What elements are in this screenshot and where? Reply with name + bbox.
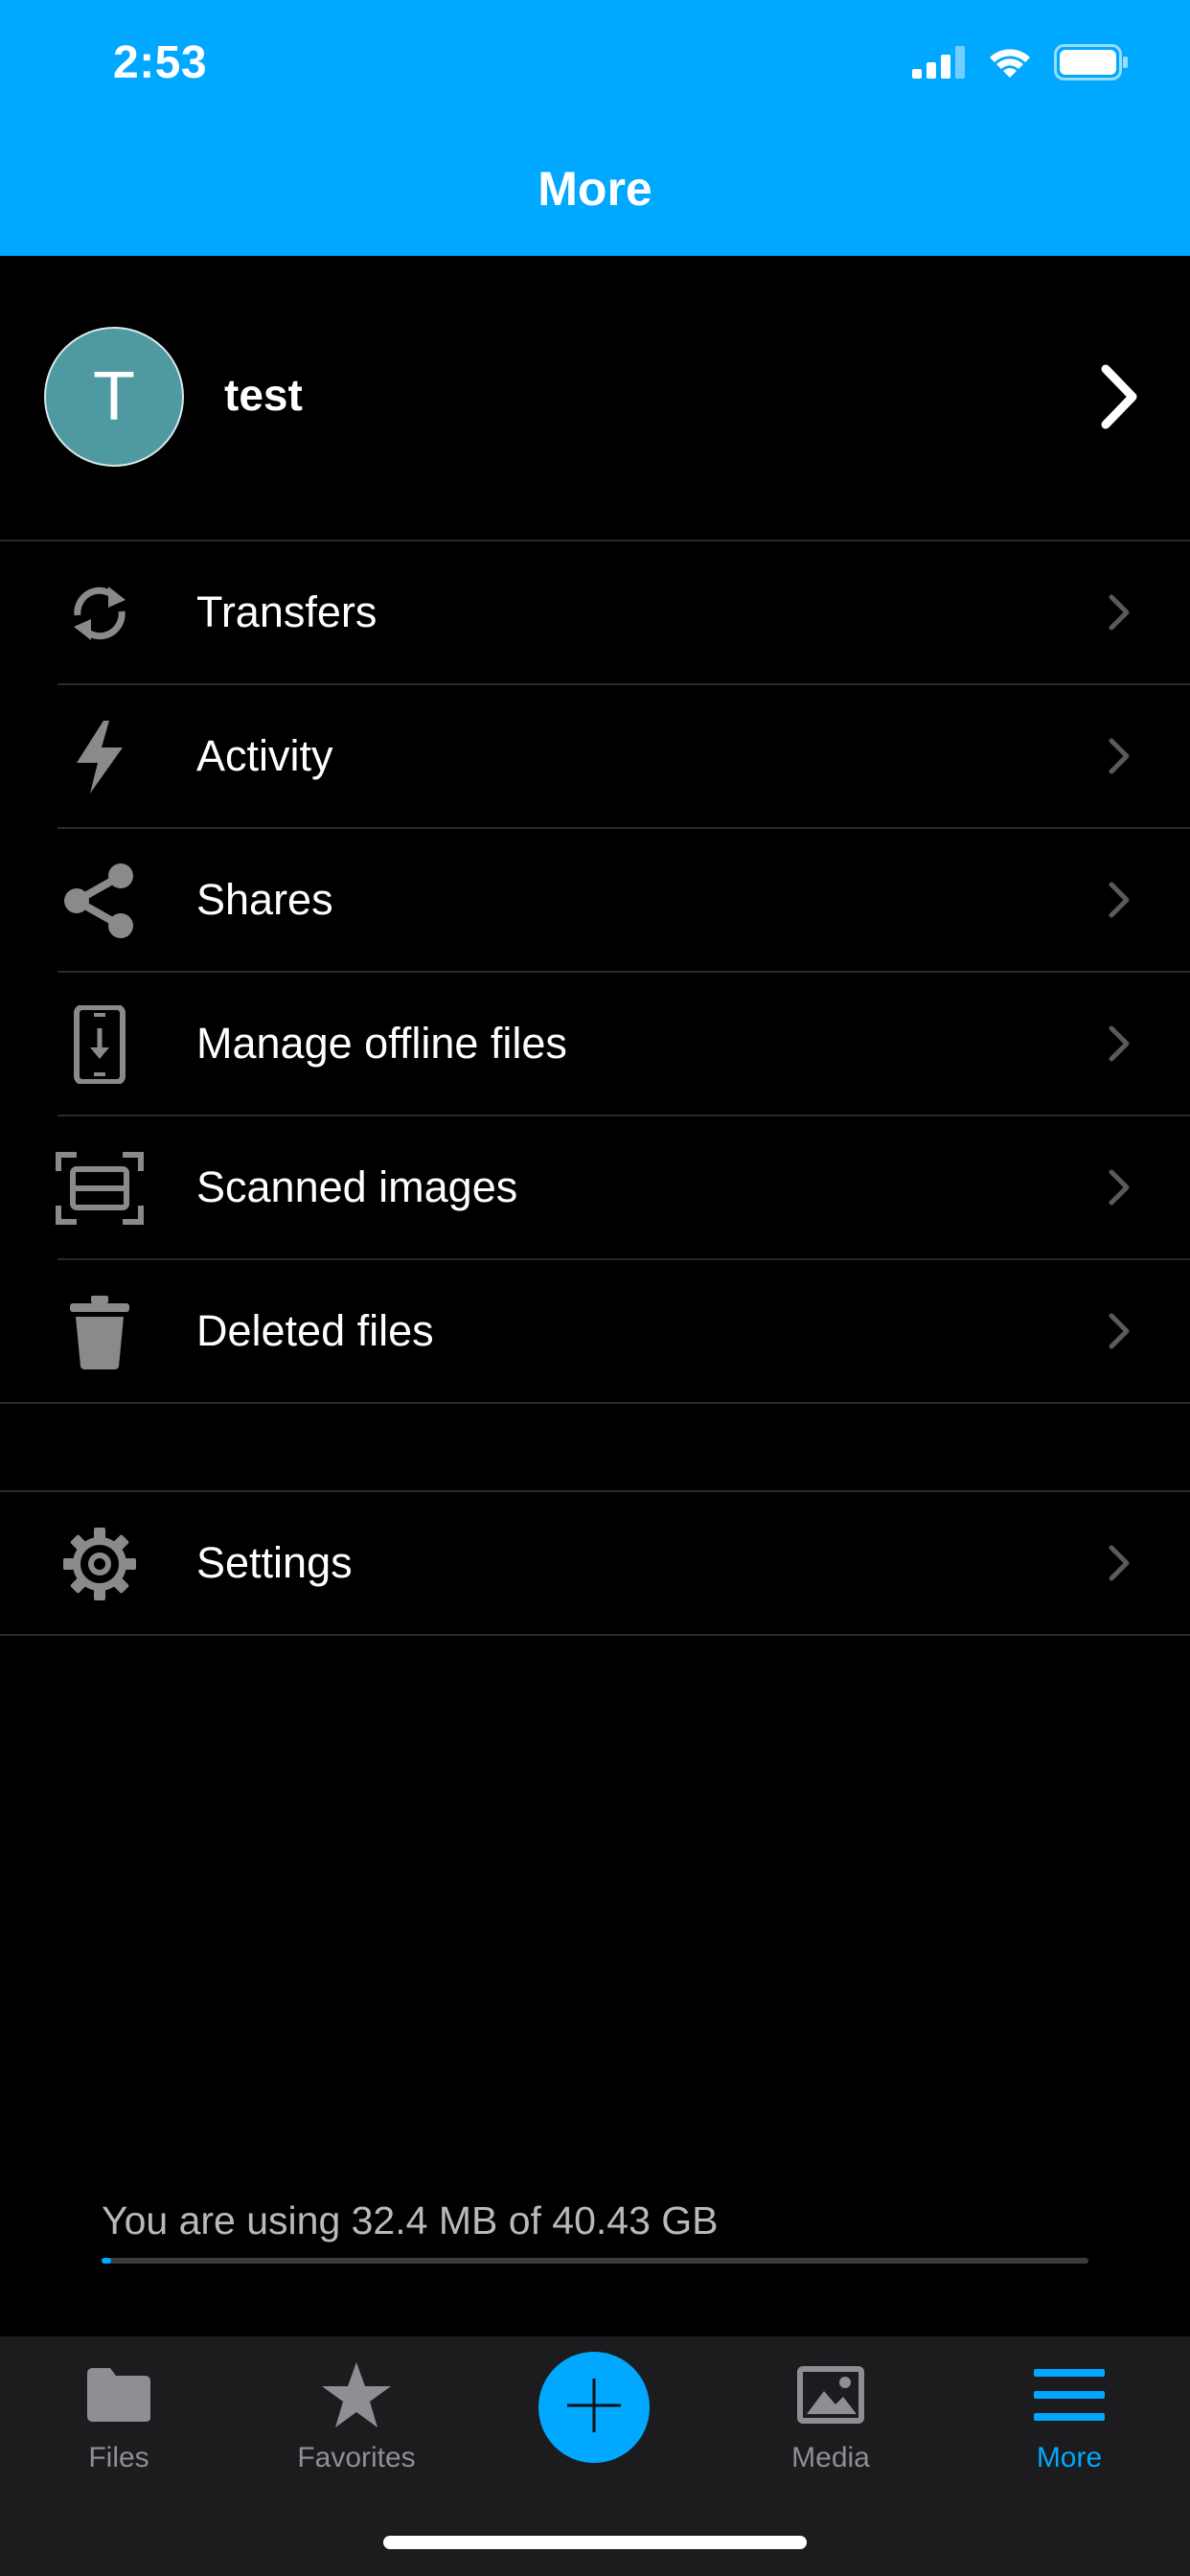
tab-label: More: [1036, 2442, 1103, 2473]
menu-list: Transfers Activity Shares Manage offline…: [0, 541, 1190, 1404]
menu-item-label: Manage offline files: [196, 1019, 567, 1068]
chevron-right-icon: [1108, 1024, 1131, 1068]
storage-progress-fill: [102, 2258, 111, 2264]
plus-icon: [563, 2375, 625, 2441]
chevron-right-icon: [1108, 1312, 1131, 1355]
offline-device-icon: [56, 1005, 144, 1084]
divider: [0, 1634, 1190, 1636]
gear-icon: [56, 1526, 144, 1602]
tab-files[interactable]: Files: [23, 2358, 215, 2474]
menu-item-label: Scanned images: [196, 1162, 518, 1211]
divider: [0, 1402, 1190, 1404]
sync-icon: [56, 575, 144, 652]
menu-item-label: Activity: [196, 731, 333, 780]
page-title: More: [538, 162, 652, 216]
battery-icon: [1054, 44, 1129, 85]
menu-item-activity[interactable]: Activity: [0, 685, 1190, 829]
menu-icon: [1032, 2367, 1107, 2427]
home-indicator: [383, 2536, 807, 2549]
tab-more[interactable]: More: [973, 2358, 1165, 2474]
tab-favorites[interactable]: Favorites: [261, 2358, 452, 2474]
tab-label: Favorites: [297, 2442, 416, 2473]
status-time: 2:53: [113, 37, 208, 88]
profile-row[interactable]: T test: [0, 256, 1190, 541]
avatar: T: [44, 327, 184, 467]
cellular-signal-icon: [912, 46, 966, 83]
chevron-right-icon: [1108, 1544, 1131, 1587]
menu-item-label: Deleted files: [196, 1306, 434, 1355]
tab-label: Media: [791, 2442, 870, 2473]
storage-usage-text: You are using 32.4 MB of 40.43 GB: [102, 2198, 719, 2242]
wifi-icon: [987, 45, 1033, 84]
share-icon: [56, 862, 144, 939]
menu-item-offline-files[interactable]: Manage offline files: [0, 973, 1190, 1116]
menu-item-shares[interactable]: Shares: [0, 829, 1190, 973]
chevron-right-icon: [1108, 1168, 1131, 1211]
tab-label: Files: [88, 2442, 149, 2473]
folder-icon: [85, 2366, 152, 2428]
settings-group: Settings: [0, 1490, 1190, 1636]
menu-item-label: Shares: [196, 875, 333, 924]
storage-progress-bar: [102, 2258, 1088, 2264]
status-icons: [912, 44, 1129, 85]
menu-item-scanned-images[interactable]: Scanned images: [0, 1116, 1190, 1260]
menu-item-transfers[interactable]: Transfers: [0, 541, 1190, 685]
chevron-right-icon: [1098, 363, 1140, 435]
menu-item-label: Settings: [196, 1538, 353, 1587]
lightning-icon: [56, 719, 144, 795]
menu-item-label: Transfers: [196, 587, 378, 636]
chevron-right-icon: [1108, 737, 1131, 780]
chevron-right-icon: [1108, 881, 1131, 924]
add-button[interactable]: [538, 2352, 650, 2463]
star-icon: [320, 2360, 393, 2434]
menu-item-settings[interactable]: Settings: [0, 1492, 1190, 1636]
trash-icon: [56, 1294, 144, 1370]
top-header: 2:53 More: [0, 0, 1190, 256]
menu-item-deleted-files[interactable]: Deleted files: [0, 1260, 1190, 1404]
scan-icon: [56, 1150, 144, 1227]
chevron-right-icon: [1108, 593, 1131, 636]
tab-media[interactable]: Media: [735, 2358, 927, 2474]
image-icon: [797, 2365, 864, 2428]
profile-name: test: [224, 370, 303, 420]
